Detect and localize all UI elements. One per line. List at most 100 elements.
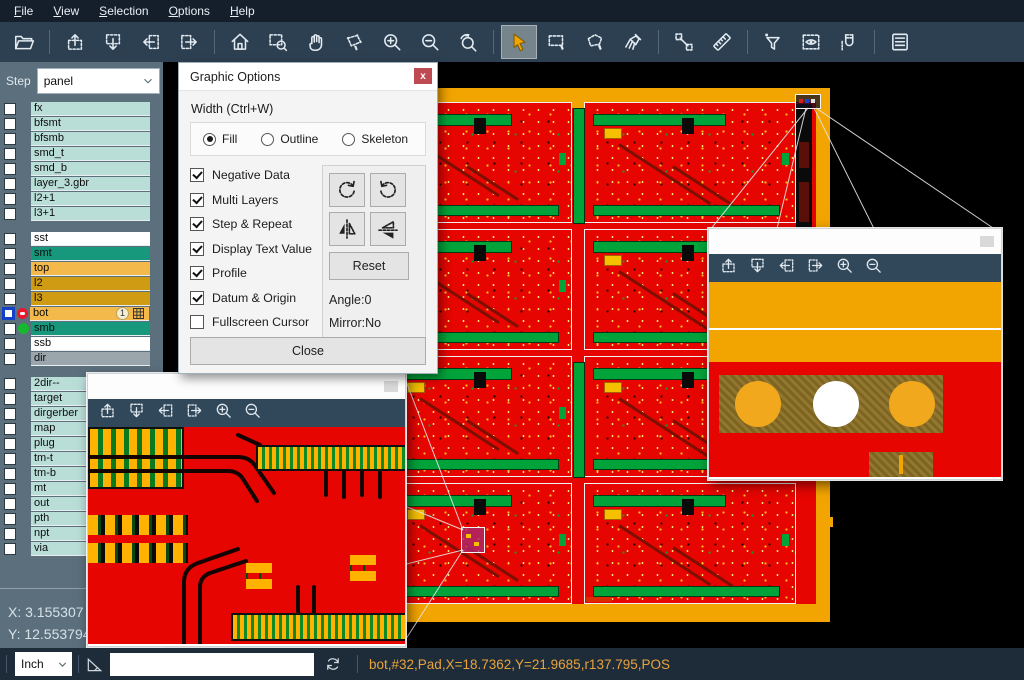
tool-drag-view[interactable] [336, 25, 372, 59]
popup-tool-pan-right[interactable] [185, 401, 204, 425]
checkbox-negative-data[interactable]: Negative Data [190, 168, 316, 182]
menu-options[interactable]: Options [159, 0, 220, 22]
checkbox-datum-origin[interactable]: Datum & Origin [190, 291, 316, 305]
layer-checkbox[interactable] [4, 483, 16, 495]
radio-dot-icon[interactable] [203, 133, 216, 146]
layer-label-cell[interactable]: l3+1 [31, 207, 150, 221]
rotate-cw-button[interactable] [329, 173, 365, 207]
layer-row-bfsmt[interactable]: bfsmt [0, 116, 163, 131]
menu-help[interactable]: Help [220, 0, 265, 22]
popup-tool-zoom-in[interactable] [214, 401, 233, 425]
corner-angle-icon[interactable] [85, 655, 104, 674]
layer-checkbox[interactable] [4, 338, 16, 350]
tool-eye-view[interactable] [793, 25, 829, 59]
popup-tool-pan-up[interactable] [98, 401, 117, 425]
layer-row-bot[interactable]: bot1 [0, 306, 163, 321]
dialog-titlebar[interactable]: Graphic Options x [179, 63, 437, 91]
popup-tool-pan-down[interactable] [127, 401, 146, 425]
layer-checkbox-checked[interactable] [2, 307, 15, 320]
layer-checkbox[interactable] [4, 353, 16, 365]
tool-open-folder[interactable] [6, 25, 42, 59]
layer-label-cell[interactable]: fx [31, 102, 150, 116]
popup-tool-pan-up[interactable] [719, 256, 738, 280]
layer-checkbox[interactable] [4, 408, 16, 420]
layer-checkbox[interactable] [4, 513, 16, 525]
rotate-ccw-button[interactable] [370, 173, 406, 207]
tool-poly-select[interactable] [577, 25, 613, 59]
checkbox-box-icon[interactable] [190, 217, 204, 231]
layer-checkbox[interactable] [4, 103, 16, 115]
layer-label-cell[interactable]: ssb [31, 337, 150, 351]
menu-file[interactable]: File [4, 0, 43, 22]
unit-select[interactable]: Inch [15, 652, 72, 676]
reset-button[interactable]: Reset [329, 252, 409, 280]
layer-checkbox[interactable] [4, 468, 16, 480]
layer-label-cell[interactable]: dir [31, 352, 150, 366]
popup-tool-pan-right[interactable] [806, 256, 825, 280]
layer-label-cell[interactable]: l2 [31, 277, 150, 291]
layer-checkbox[interactable] [4, 278, 16, 290]
tool-pan-left[interactable] [133, 25, 169, 59]
layer-row-smd_t[interactable]: smd_t [0, 146, 163, 161]
close-button[interactable]: Close [190, 337, 426, 365]
tool-select-arrow[interactable] [501, 25, 537, 59]
checkbox-step-repeat[interactable]: Step & Repeat [190, 217, 316, 231]
popup-tool-pan-down[interactable] [748, 256, 767, 280]
tool-panel-list[interactable] [882, 25, 918, 59]
command-input[interactable] [110, 653, 314, 676]
tool-zoom-window[interactable] [260, 25, 296, 59]
layer-row-sst[interactable]: sst [0, 231, 163, 246]
layer-checkbox[interactable] [4, 233, 16, 245]
layer-checkbox[interactable] [4, 208, 16, 220]
tool-rect-select[interactable] [539, 25, 575, 59]
layer-checkbox[interactable] [4, 423, 16, 435]
tool-snap-magnet[interactable] [831, 25, 867, 59]
tool-zoom-out[interactable] [412, 25, 448, 59]
layer-row-top[interactable]: top [0, 261, 163, 276]
tool-filter[interactable] [755, 25, 791, 59]
layer-row-fx[interactable]: fx [0, 101, 163, 116]
layer-checkbox[interactable] [4, 263, 16, 275]
layer-checkbox[interactable] [4, 248, 16, 260]
layer-checkbox[interactable] [4, 133, 16, 145]
checkbox-multi-layers[interactable]: Multi Layers [190, 193, 316, 207]
layer-label-cell[interactable]: l3 [31, 292, 150, 306]
checkbox-fullscreen-cursor[interactable]: Fullscreen Cursor [190, 315, 316, 329]
tool-pan-right[interactable] [171, 25, 207, 59]
radio-fill[interactable]: Fill [203, 132, 237, 146]
checkbox-box-icon[interactable] [190, 242, 204, 256]
tool-ruler[interactable] [704, 25, 740, 59]
step-select[interactable]: panel [37, 68, 160, 94]
tool-zoom-in[interactable] [374, 25, 410, 59]
tool-zoom-previous[interactable] [450, 25, 486, 59]
checkbox-box-icon[interactable] [190, 193, 204, 207]
popup-tool-zoom-out[interactable] [864, 256, 883, 280]
layer-row-ssb[interactable]: ssb [0, 336, 163, 351]
layer-checkbox[interactable] [4, 498, 16, 510]
grid-icon[interactable] [133, 308, 144, 319]
window-button-icon[interactable] [980, 236, 994, 247]
layer-label-cell[interactable]: sst [31, 232, 150, 246]
layer-row-l3[interactable]: l3 [0, 291, 163, 306]
tool-measure-distance[interactable] [666, 25, 702, 59]
layer-checkbox[interactable] [4, 163, 16, 175]
layer-label-cell[interactable]: smd_b [31, 162, 150, 176]
layer-label-cell[interactable]: smt [31, 247, 150, 261]
layer-row-dir[interactable]: dir [0, 351, 163, 366]
layer-checkbox[interactable] [4, 393, 16, 405]
layer-row-l2[interactable]: l2 [0, 276, 163, 291]
mirror-v-button[interactable] [370, 212, 406, 246]
checkbox-box-icon[interactable] [190, 266, 204, 280]
layer-label-cell[interactable]: top [31, 262, 150, 276]
magnifier1-titlebar[interactable] [709, 229, 1001, 254]
checkbox-box-icon[interactable] [190, 168, 204, 182]
layer-row-layer_3.gbr[interactable]: layer_3.gbr [0, 176, 163, 191]
popup-tool-pan-left[interactable] [777, 256, 796, 280]
tool-pan-hand[interactable] [298, 25, 334, 59]
popup-tool-zoom-out[interactable] [243, 401, 262, 425]
layer-checkbox[interactable] [4, 378, 16, 390]
layer-label-cell[interactable]: bot1 [30, 307, 149, 321]
checkbox-box-icon[interactable] [190, 315, 204, 329]
tool-home-view[interactable] [222, 25, 258, 59]
tool-pan-up[interactable] [57, 25, 93, 59]
